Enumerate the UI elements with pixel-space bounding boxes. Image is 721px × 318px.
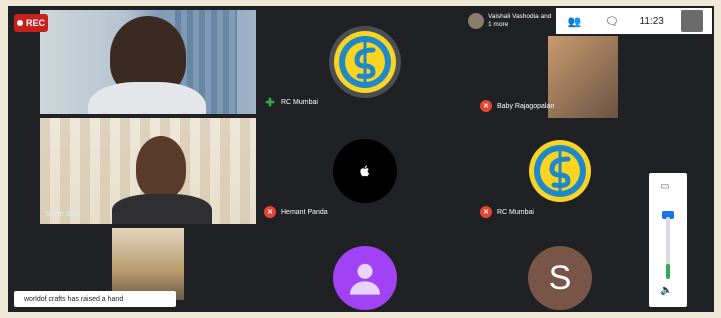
participant-tile[interactable]: S: [474, 228, 646, 312]
mic-off-icon: ✕: [264, 206, 276, 218]
participants-text: Vaishali Vashodia and 1 more: [488, 13, 552, 28]
record-dot-icon: [16, 20, 23, 26]
people-icon[interactable]: 👥: [565, 15, 585, 28]
volume-level: [666, 263, 670, 279]
screen-icon[interactable]: ▭: [660, 181, 669, 192]
avatar: [332, 246, 397, 310]
logo-frame: [328, 26, 401, 98]
participant-video: [136, 136, 186, 198]
clock: 11:23: [639, 15, 664, 27]
rotary-logo-icon: [333, 31, 396, 93]
pin-icon: ✚: [265, 96, 275, 109]
participant-shirt: [88, 82, 206, 114]
logo-frame: [524, 135, 596, 207]
participant-name-tag: ✕ Baby Rajagopalan: [480, 100, 554, 112]
participant-tile[interactable]: ✕ Baby Rajagopalan: [474, 36, 690, 118]
recording-label: REC: [25, 18, 45, 28]
participant-name: Hemant Panda: [281, 208, 328, 216]
speaker-icon[interactable]: 🔈: [660, 285, 672, 296]
mic-off-icon: ✕: [480, 100, 492, 112]
participant-tile[interactable]: [40, 10, 256, 114]
meeting-stage: REC ✚ RC Mumbai ✕ Baby Rajagopalan Nitis…: [8, 6, 714, 312]
avatar: S: [528, 246, 592, 310]
participant-video: [548, 36, 618, 118]
self-preview[interactable]: [681, 10, 704, 32]
participant-shirt: [112, 194, 212, 224]
avatar: [468, 13, 484, 29]
participant-name-tag: ✚ RC Mumbai: [264, 96, 318, 109]
participants-summary[interactable]: Vaishali Vashodia and 1 more: [464, 8, 554, 34]
recording-badge: REC: [14, 14, 48, 32]
volume-slider[interactable]: [666, 217, 670, 279]
participant-name-tag: ✕ Hemant Panda: [264, 206, 328, 218]
participant-name: RC Mumbai: [281, 98, 318, 106]
chat-icon[interactable]: 🗨: [602, 15, 622, 28]
participant-video: [112, 228, 184, 300]
participant-name-tag: ✕ RC Mumbai: [480, 206, 534, 218]
participant-name-tag: Nitish Jatia: [46, 211, 80, 218]
mic-off-icon: ✕: [480, 206, 492, 218]
participant-tile[interactable]: ✕ Hemant Panda: [258, 118, 471, 224]
participant-tile[interactable]: [258, 228, 471, 312]
notification-text: worldof crafts has raised a hand: [24, 295, 124, 303]
apple-icon: [359, 165, 369, 177]
rotary-logo-icon: [529, 140, 591, 202]
participant-tile[interactable]: ✚ RC Mumbai: [258, 10, 471, 114]
raised-hand-notification: worldof crafts has raised a hand: [14, 291, 176, 307]
person-icon: [349, 263, 380, 295]
participant-name: Nitish Jatia: [46, 211, 81, 218]
top-toolbar: 👥 🗨 11:23: [556, 8, 712, 34]
participant-name: Baby Rajagopalan: [497, 102, 555, 110]
participant-tile[interactable]: ✕ RC Mumbai: [474, 118, 646, 224]
avatar-initial: S: [548, 258, 572, 297]
participant-name: RC Mumbai: [497, 208, 534, 216]
audio-panel: ▭ 🔈: [649, 173, 687, 307]
participant-tile[interactable]: Nitish Jatia: [40, 118, 256, 224]
avatar: [332, 139, 397, 203]
